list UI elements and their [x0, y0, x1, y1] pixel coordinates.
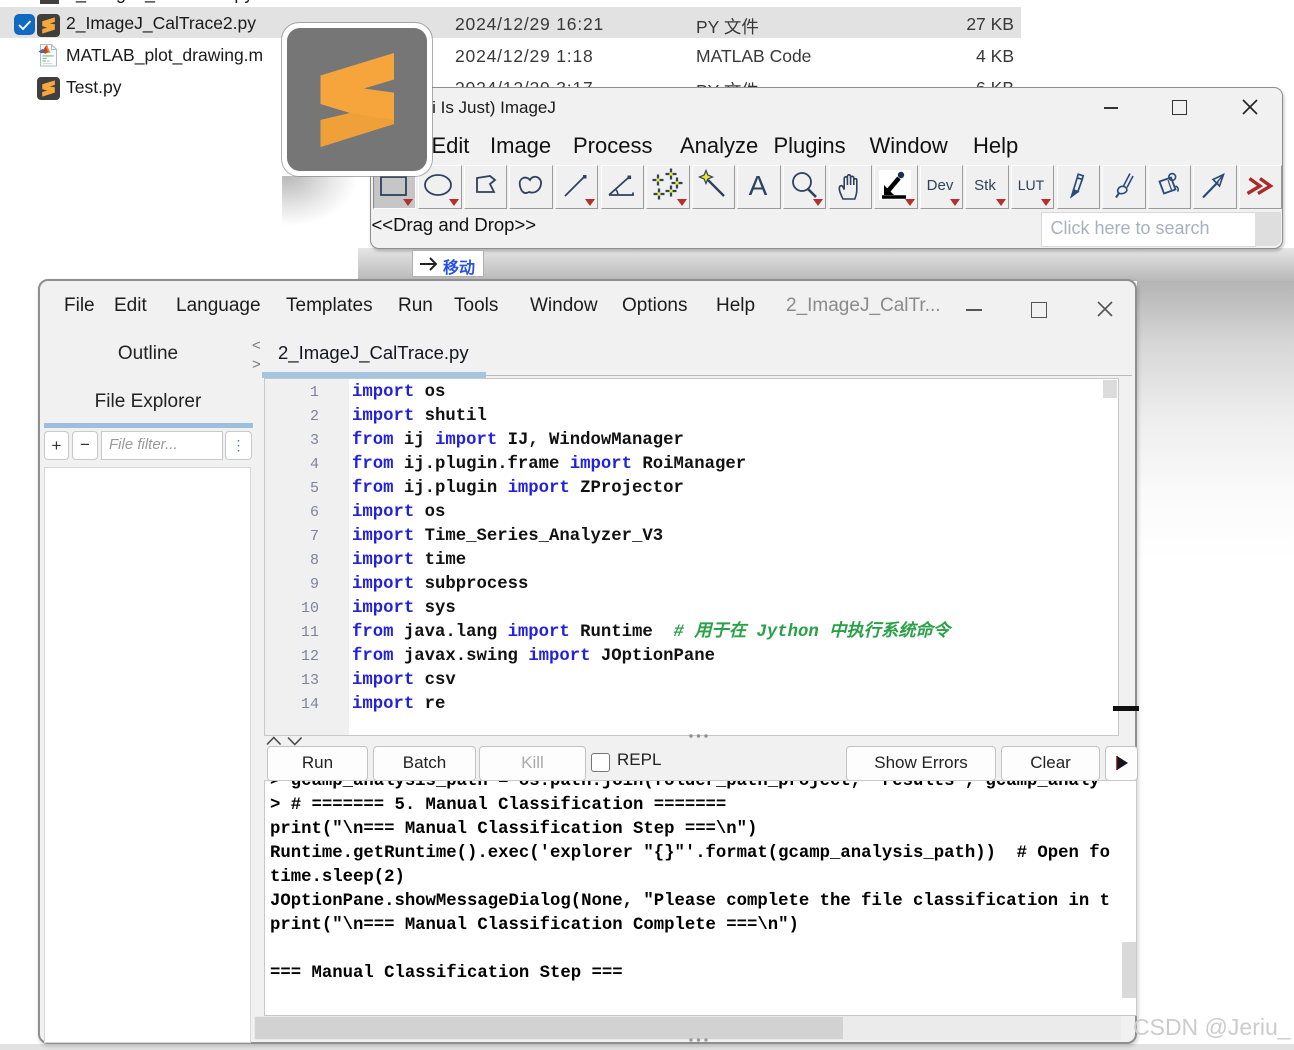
svg-text:A: A	[749, 170, 768, 201]
svg-text:LUT: LUT	[1018, 177, 1045, 193]
svg-text:Dev: Dev	[926, 177, 953, 194]
svg-text:Stk: Stk	[974, 177, 996, 194]
